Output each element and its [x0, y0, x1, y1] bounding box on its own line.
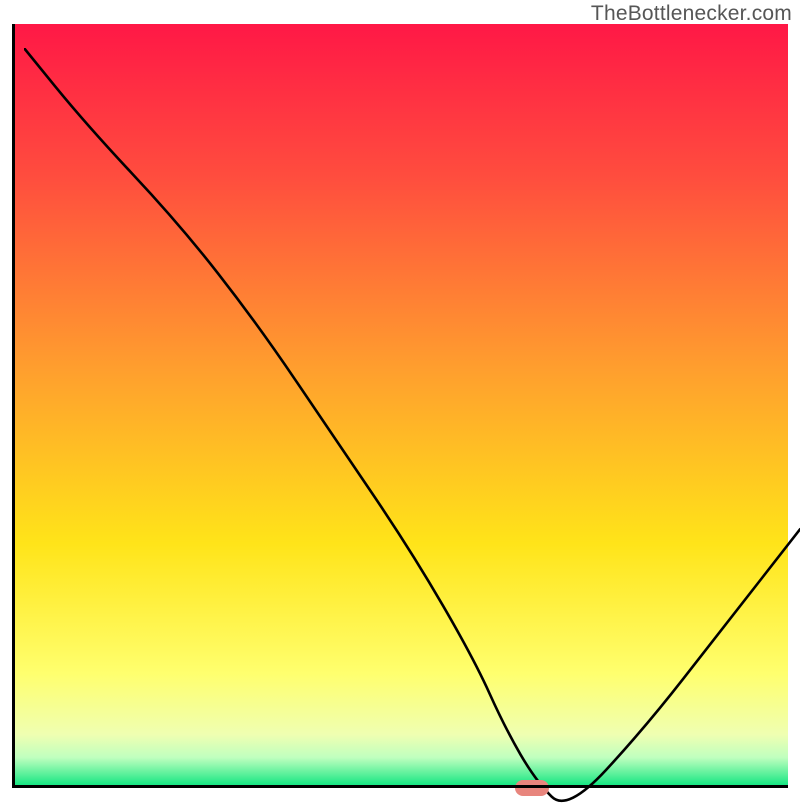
highlight-marker — [515, 780, 549, 796]
chart-container: TheBottlenecker.com — [0, 0, 800, 800]
plot-area — [12, 24, 788, 788]
attribution-label: TheBottlenecker.com — [591, 2, 792, 26]
gradient-background — [12, 24, 788, 788]
